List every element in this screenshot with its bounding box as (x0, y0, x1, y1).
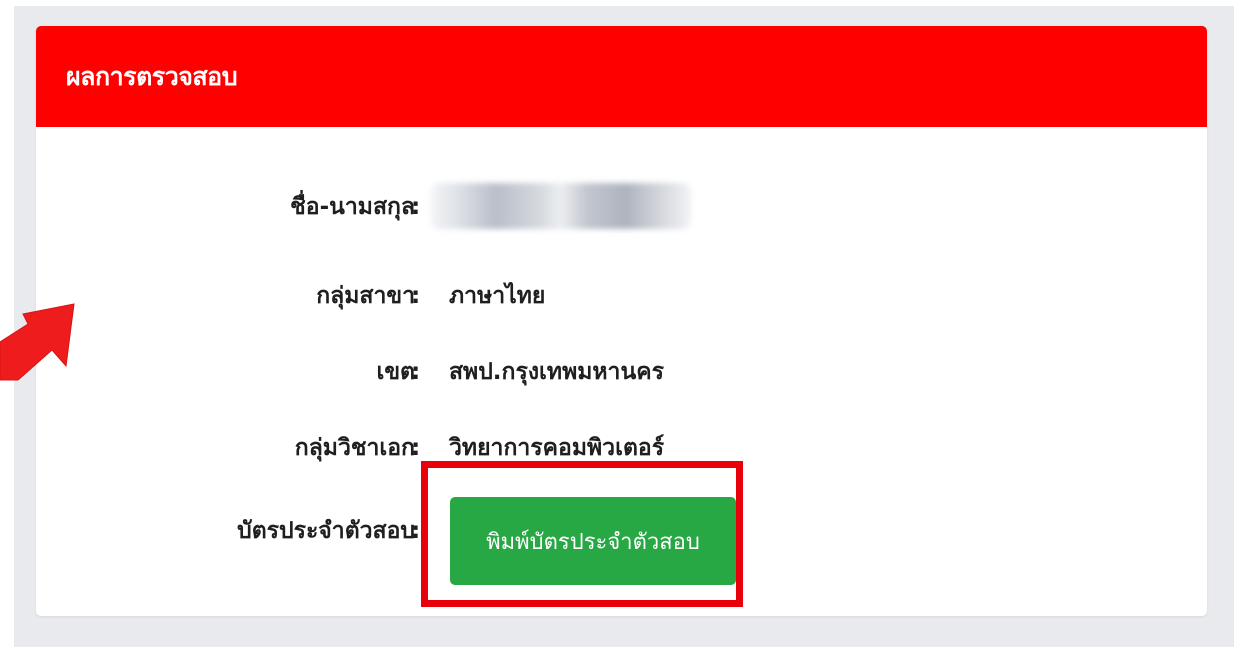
result-card: ผลการตรวจสอบ ชื่อ-นามสกุล : กลุ่มสาขา : … (36, 26, 1207, 616)
blurred-name-value (431, 183, 691, 229)
field-colon: : (411, 518, 421, 544)
field-value-subject-group: ภาษาไทย (449, 283, 546, 309)
card-title: ผลการตรวจสอบ (66, 62, 238, 91)
card-header: ผลการตรวจสอบ (36, 26, 1207, 127)
field-row-major: กลุ่มวิชาเอก : วิทยาการคอมพิวเตอร์ (36, 424, 1207, 474)
field-colon: : (411, 435, 421, 461)
field-value-major: วิทยาการคอมพิวเตอร์ (449, 435, 665, 461)
field-row-area: เขต : สพป.กรุงเทพมหานคร (36, 348, 1207, 398)
field-colon: : (411, 283, 421, 309)
field-row-name: ชื่อ-นามสกุล : (36, 183, 1207, 233)
field-row-subject-group: กลุ่มสาขา : ภาษาไทย (36, 272, 1207, 322)
red-arrow-annotation-icon (0, 303, 75, 381)
print-exam-card-button[interactable]: พิมพ์บัตรประจำตัวสอบ (450, 497, 736, 585)
field-colon: : (411, 194, 421, 220)
field-label-subject-group: กลุ่มสาขา (316, 283, 415, 309)
field-label-name: ชื่อ-นามสกุล (290, 194, 415, 220)
field-label-major: กลุ่มวิชาเอก (294, 435, 415, 461)
field-colon: : (411, 359, 421, 385)
field-value-area: สพป.กรุงเทพมหานคร (449, 359, 664, 385)
